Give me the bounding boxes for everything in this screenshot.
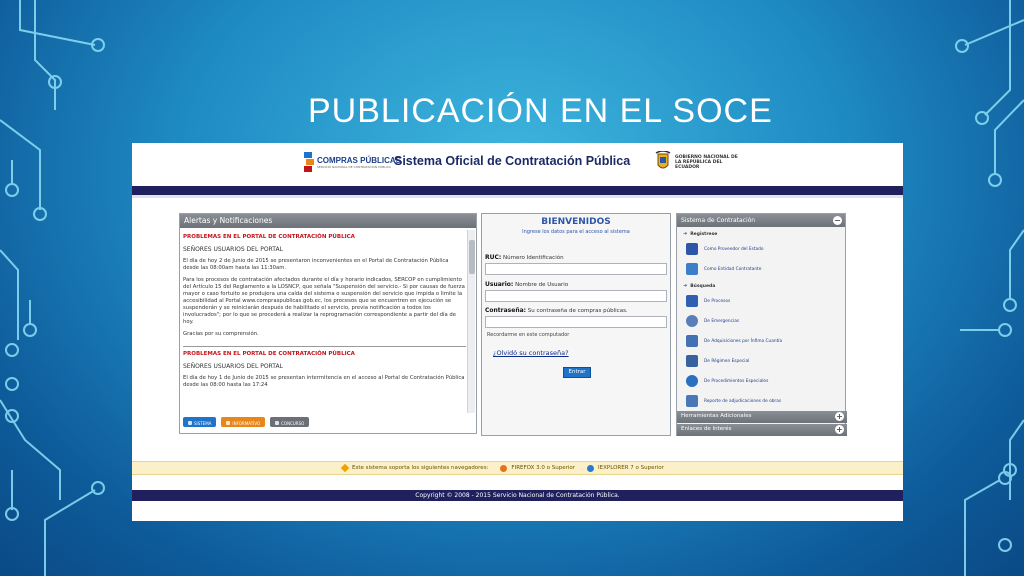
alert-headline: PROBLEMAS EN EL PORTAL DE CONTRATACIÓN P… [183,234,355,240]
links-of-interest-header[interactable]: Enlaces de Interés + [677,424,847,436]
site-header: COMPRAS PÚBLICAS SERVICIO NACIONAL DE CO… [132,143,903,185]
alert-salutation: SEÑORES USUARIOS DEL PORTAL [183,246,283,253]
arrow-right-icon: ➜ [683,283,688,289]
document-icon [686,335,698,347]
globe-icon [686,375,698,387]
remember-me-checkbox[interactable]: Recordarme en este computador [487,332,569,338]
tab-label: SISTEMA [194,420,212,426]
tab-informativo[interactable]: INFORMATIVO [221,417,266,427]
alerts-tabs: SISTEMA INFORMATIVO CONCURSO [183,417,310,427]
register-provider-link[interactable]: Como Proveedor del Estado [677,239,845,259]
tab-label: INFORMATIVO [232,420,261,426]
tab-icon [226,421,231,425]
compras-publicas-logo[interactable]: COMPRAS PÚBLICAS SERVICIO NACIONAL DE CO… [304,152,401,174]
alert-salutation: SEÑORES USUARIOS DEL PORTAL [183,363,283,370]
tab-icon [275,421,280,425]
search-works-report-link[interactable]: Reporte de adjudicaciones de obras [677,391,845,411]
government-text: GOBIERNO NACIONAL DE LA REPÚBLICA DEL EC… [675,154,738,170]
ruc-input[interactable] [485,263,667,275]
expand-icon[interactable]: + [835,425,844,434]
scrollbar-thumb[interactable] [469,240,475,274]
browser-screenshot: COMPRAS PÚBLICAS SERVICIO NACIONAL DE CO… [132,143,903,521]
alert-paragraph: Gracias por su comprensión. [183,331,259,337]
enter-button[interactable]: Entrar [563,367,591,378]
search-special-procedures-link[interactable]: De Procedimientos Especiales [677,371,845,391]
footer-space [132,501,903,521]
firefox-icon [500,464,508,472]
copyright-footer: Copyright © 2008 - 2015 Servicio Naciona… [132,490,903,501]
system-panel: Sistema de Contratación − ➜ Registrese Co… [676,213,847,436]
login-panel: BIENVENIDOS Ingrese los datos para el ac… [481,213,671,436]
browser-notice: Este sistema soporta los siguientes nave… [352,465,489,471]
system-panel-title: Sistema de Contratación [681,217,756,224]
expand-icon[interactable]: − [833,216,842,225]
alert-paragraph: El día de hoy 1 de Junio de 2015 se pres… [183,375,465,388]
search-processes-link[interactable]: De Procesos [677,291,845,311]
tab-icon [188,421,192,425]
logo-tagline: SERVICIO NACIONAL DE CONTRATACIÓN PÚBLIC… [317,164,391,169]
entity-icon [686,263,698,275]
alert-headline: PROBLEMAS EN EL PORTAL DE CONTRATACIÓN P… [183,351,355,357]
government-logo: GOBIERNO NACIONAL DE LA REPÚBLICA DEL EC… [655,151,745,173]
nav-bar [132,186,903,195]
additional-tools-header[interactable]: Herramientas Adicionales + [677,411,847,423]
compras-logo-icon [304,152,314,174]
tab-sistema[interactable]: SISTEMA [183,417,217,427]
ruc-label: RUC: Número Identificación [485,254,564,261]
explorer-icon [587,464,595,472]
section-search: ➜ Búsqueda [683,283,716,289]
logo-text: COMPRAS PÚBLICAS [317,155,402,165]
alert-paragraph: Para los procesos de contratación afecta… [183,277,465,325]
user-label: Usuario: Nombre de Usuario [485,281,569,288]
firefox-label[interactable]: FIREFOX 3.0 o Superior [511,465,575,471]
magnifier-icon [686,315,698,327]
password-label: Contraseña: Su contraseña de compras púb… [485,307,628,314]
system-title: Sistema Oficial de Contratación Pública [394,154,631,168]
search-emergencies-link[interactable]: De Emergencias [677,311,845,331]
username-input[interactable] [485,290,667,302]
tab-concurso[interactable]: CONCURSO [270,417,310,427]
login-subtitle: Ingrese los datos para el acceso al sist… [522,229,630,235]
alerts-list[interactable]: PROBLEMAS EN EL PORTAL DE CONTRATACIÓN P… [183,232,466,412]
provider-icon [686,243,698,255]
list-icon [686,355,698,367]
report-icon [686,395,698,407]
ecuador-coat-of-arms-icon [655,151,671,169]
sub-bar [132,195,903,198]
alerts-title: Alertas y Notificaciones [180,214,476,228]
system-panel-header[interactable]: Sistema de Contratación − [677,214,845,227]
explorer-label[interactable]: IEXPLORER 7 o Superior [598,465,664,471]
slide-title: PUBLICACIÓN EN EL SOCE [308,92,773,130]
search-special-regime-link[interactable]: De Régimen Especial [677,351,845,371]
password-input[interactable] [485,316,667,328]
forgot-password-link[interactable]: ¿Olvidó su contraseña? [493,349,569,357]
alerts-panel: Alertas y Notificaciones PROBLEMAS EN EL… [179,213,477,434]
expand-icon[interactable]: + [835,412,844,421]
arrow-right-icon: ➜ [683,231,688,237]
browser-support-bar: Este sistema soporta los siguientes nave… [132,461,903,475]
alerts-scrollbar[interactable] [467,230,475,413]
login-title: BIENVENIDOS [541,217,611,227]
section-register: ➜ Registrese [683,231,718,237]
warning-icon [340,463,350,473]
alert-item: PROBLEMAS EN EL PORTAL DE CONTRATACIÓN P… [183,351,466,389]
tab-label: CONCURSO [281,420,305,426]
search-infima-link[interactable]: De Adquisiciones por Ínfima Cuantía [677,331,845,351]
register-entity-link[interactable]: Como Entidad Contratante [677,259,845,279]
alert-item: PROBLEMAS EN EL PORTAL DE CONTRATACIÓN P… [183,234,466,338]
processes-icon [686,295,698,307]
alert-divider [183,346,466,347]
alert-paragraph: El día de hoy 2 de Junio de 2015 se pres… [183,258,449,271]
